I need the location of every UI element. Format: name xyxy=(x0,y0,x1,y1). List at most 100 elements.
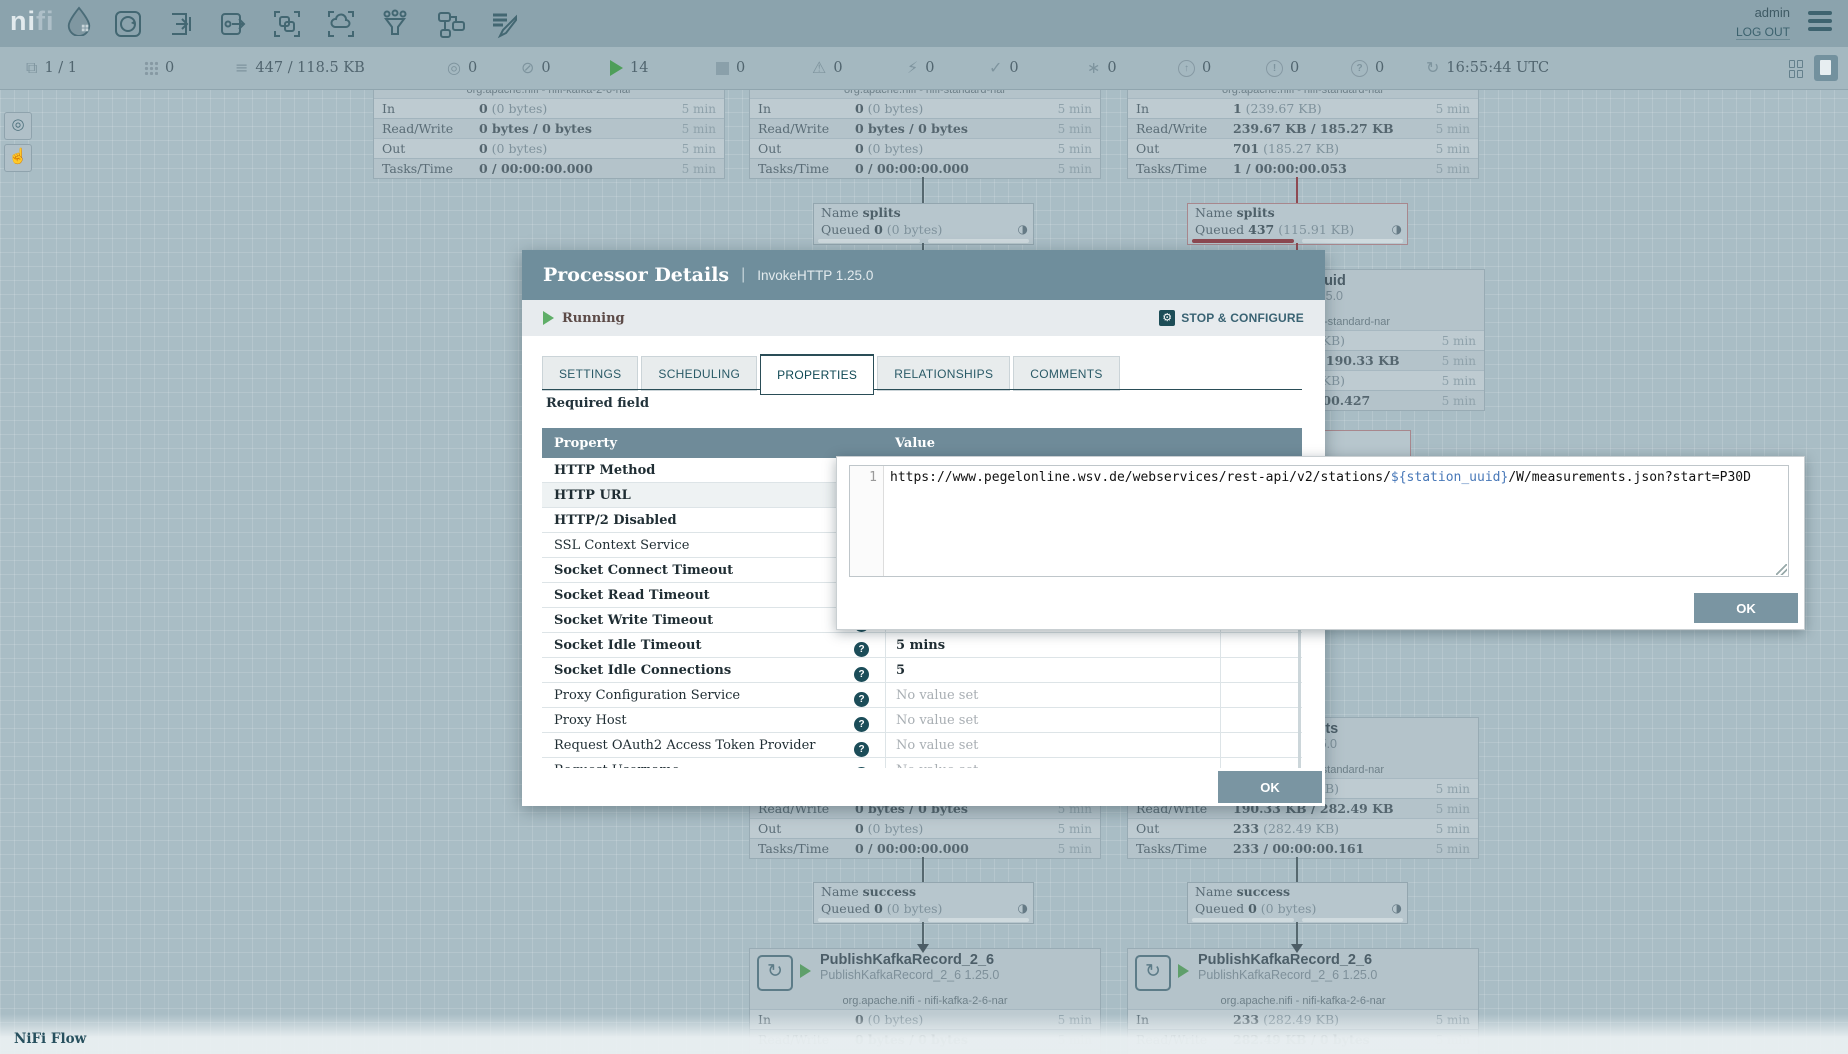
processor-stat-row: Read/Write0 bytes / 0 bytes5 min xyxy=(750,118,1100,138)
label-icon[interactable] xyxy=(489,9,519,39)
connection-line[interactable] xyxy=(922,177,924,203)
status-value: 447 / 118.5 KB xyxy=(255,60,364,76)
tab-settings[interactable]: SETTINGS xyxy=(542,356,638,391)
help-icon[interactable]: ? xyxy=(854,767,869,769)
sync-failure-icon: ! xyxy=(1266,60,1283,77)
logout-link[interactable]: LOG OUT xyxy=(1736,25,1790,40)
editor-code-line[interactable]: https://www.pegelonline.wsv.de/webservic… xyxy=(884,466,1788,576)
dialog-title-separator: | xyxy=(741,266,745,284)
help-icon[interactable]: ? xyxy=(854,667,869,682)
processor-stat-row: Out233 (282.49 KB)5 min xyxy=(1128,818,1478,838)
property-row[interactable]: Socket Idle Connections?5 xyxy=(542,658,1302,683)
help-icon[interactable]: ? xyxy=(854,717,869,732)
queued-size: (115.91 KB) xyxy=(1274,222,1354,237)
processor-type: PublishKafkaRecord_2_6 1.25.0 xyxy=(820,968,999,982)
processor-icon[interactable] xyxy=(113,9,143,39)
up-to-date-icon: ✓ xyxy=(989,60,1002,76)
breadcrumb[interactable]: NiFi Flow xyxy=(14,1031,86,1047)
connection-line[interactable] xyxy=(1296,177,1298,203)
logo-text-fi: fi xyxy=(36,6,55,36)
connection-queue-label[interactable]: Name successQueued 0 (0 bytes)◑ xyxy=(813,882,1034,924)
bulletin-board-icon[interactable] xyxy=(1814,55,1838,81)
help-icon: ? xyxy=(1351,60,1368,77)
stop-and-configure-label: STOP & CONFIGURE xyxy=(1181,311,1304,325)
editor-ok-button[interactable]: OK xyxy=(1694,593,1798,623)
help-icon[interactable]: ? xyxy=(854,642,869,657)
help-icon[interactable]: ? xyxy=(854,742,869,757)
property-value[interactable]: 5 mins xyxy=(885,633,1220,657)
compass-icon: ◎ xyxy=(11,116,24,133)
property-row[interactable]: Request OAuth2 Access Token Provider?No … xyxy=(542,733,1302,758)
required-field-note: Required field xyxy=(546,396,649,411)
connection-line[interactable] xyxy=(1296,922,1298,944)
drop-icon xyxy=(65,6,93,36)
value-editor[interactable]: 1 https://www.pegelonline.wsv.de/webserv… xyxy=(849,465,1789,577)
value-column-header: Value xyxy=(885,436,1220,451)
help-icon[interactable]: ? xyxy=(854,692,869,707)
property-value[interactable]: No value set xyxy=(885,758,1220,768)
processor-stat-row: Out0 (0 bytes)5 min xyxy=(374,138,724,158)
status-item: ⚠0 xyxy=(812,47,843,89)
url-expression: ${station_uuid} xyxy=(1391,470,1508,485)
connection-name: splits xyxy=(863,205,901,220)
connection-line[interactable] xyxy=(922,922,924,944)
not-transmitting-icon: ⊘ xyxy=(521,60,534,76)
output-port-icon[interactable] xyxy=(219,9,249,39)
property-column-header: Property xyxy=(542,436,885,451)
status-value: 16:55:44 UTC xyxy=(1446,60,1549,76)
property-value[interactable]: 5 xyxy=(885,658,1220,682)
nifi-screen: ↻org.apache.nifi - nifi-kafka-2-6-narIn0… xyxy=(0,0,1848,1054)
connection-queue-label[interactable]: Name splitsQueued 437 (115.91 KB)◑ xyxy=(1187,203,1408,245)
property-name: HTTP URL? xyxy=(542,488,885,503)
status-item: ?0 xyxy=(1351,47,1384,89)
connection-queue-label[interactable]: Name successQueued 0 (0 bytes)◑ xyxy=(1187,882,1408,924)
status-value: 0 xyxy=(1290,60,1299,76)
property-value[interactable]: No value set xyxy=(885,708,1220,732)
status-value: 0 xyxy=(1107,60,1116,76)
navigate-palette-button[interactable]: ◎ xyxy=(4,112,32,140)
queued-count: 0 xyxy=(1248,901,1257,916)
property-name: Proxy Configuration Service? xyxy=(542,688,885,703)
property-value[interactable]: No value set xyxy=(885,683,1220,707)
tab-properties[interactable]: PROPERTIES xyxy=(760,354,874,395)
dialog-ok-button[interactable]: OK xyxy=(1218,771,1322,803)
run-status-text: Running xyxy=(562,311,625,326)
property-row[interactable]: Socket Idle Timeout?5 mins xyxy=(542,633,1302,658)
dialog-title: Processor Details xyxy=(543,264,729,286)
list-icon: ≡ xyxy=(235,60,248,76)
property-row[interactable]: Request Username?No value set xyxy=(542,758,1302,768)
template-icon[interactable] xyxy=(436,9,466,39)
tab-comments[interactable]: COMMENTS xyxy=(1013,356,1119,391)
connection-line[interactable] xyxy=(1296,857,1298,882)
processor-stat-row: Tasks/Time0 / 00:00:00.0005 min xyxy=(750,838,1100,858)
remote-process-group-icon[interactable] xyxy=(326,9,356,39)
connection-queue-label[interactable]: Name splitsQueued 0 (0 bytes)◑ xyxy=(813,203,1034,245)
funnel-icon[interactable] xyxy=(380,9,410,39)
processor-stat-row: Tasks/Time1 / 00:00:00.0535 min xyxy=(1128,158,1478,178)
queued-size: (0 bytes) xyxy=(883,222,943,237)
input-port-icon[interactable] xyxy=(166,9,196,39)
status-value: 0 xyxy=(1202,60,1211,76)
status-item: ⧉1 / 1 xyxy=(26,47,77,89)
queued-size: (0 bytes) xyxy=(883,901,943,916)
status-value: 0 xyxy=(1375,60,1384,76)
global-menu-icon[interactable] xyxy=(1808,11,1832,35)
tab-relationships[interactable]: RELATIONSHIPS xyxy=(877,356,1010,391)
property-value[interactable]: No value set xyxy=(885,733,1220,757)
process-group-icon[interactable] xyxy=(272,9,302,39)
property-name: HTTP/2 Disabled? xyxy=(542,513,885,528)
operate-palette-button[interactable]: ☝ xyxy=(4,144,32,172)
stop-and-configure-button[interactable]: ⚙ STOP & CONFIGURE xyxy=(1159,310,1304,326)
refresh-icon: ↻ xyxy=(1426,60,1439,76)
status-item: 0 xyxy=(716,47,745,89)
property-row[interactable]: Proxy Host?No value set xyxy=(542,708,1302,733)
tab-scheduling[interactable]: SCHEDULING xyxy=(641,356,757,391)
resize-handle-icon[interactable] xyxy=(1776,564,1787,575)
run-status-icon xyxy=(800,964,811,978)
status-item: ✓0 xyxy=(989,47,1019,89)
connection-line[interactable] xyxy=(922,857,924,882)
property-row[interactable]: Proxy Configuration Service?No value set xyxy=(542,683,1302,708)
grid-view-icon[interactable] xyxy=(1789,60,1804,75)
property-row-filler xyxy=(1220,758,1302,768)
url-suffix: /W/measurements.json?start=P30D xyxy=(1508,470,1751,485)
